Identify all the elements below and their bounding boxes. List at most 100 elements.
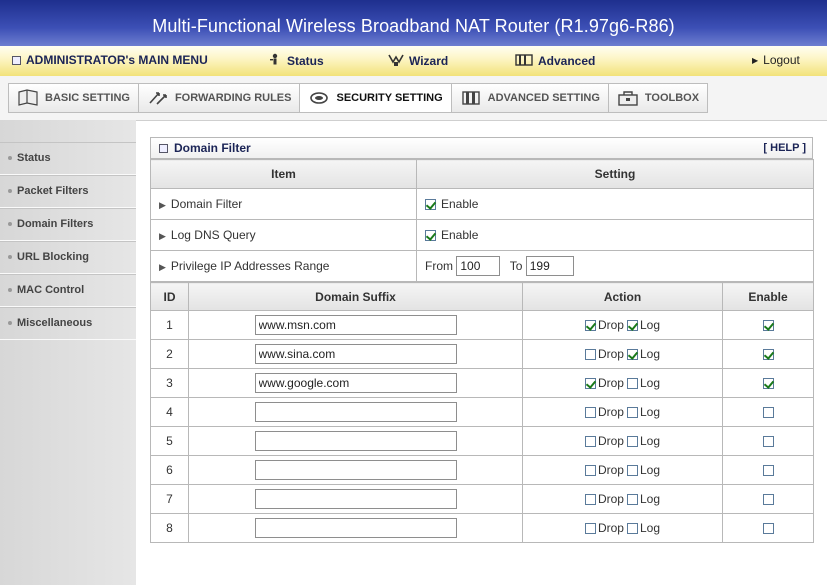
arrow-right-icon: ▶ — [752, 55, 759, 65]
domain-suffix-cell — [188, 513, 523, 543]
log-checkbox[interactable] — [626, 465, 638, 476]
domain-filter-enable-label: Enable — [441, 197, 479, 211]
sidebar-item-label: Status — [17, 152, 51, 164]
domain-suffix-input[interactable] — [254, 431, 457, 451]
action-cell: Drop Log — [522, 368, 723, 398]
tab-forwarding-rules[interactable]: FORWARDING RULES — [137, 83, 301, 113]
rule-id: 3 — [150, 368, 189, 398]
arrow-right-icon: ▶ — [159, 231, 166, 241]
log-checkbox[interactable] — [626, 523, 638, 534]
square-bullet-icon — [159, 143, 168, 153]
domain-suffix-cell — [188, 426, 523, 456]
lock-icon — [308, 89, 330, 107]
drop-checkbox[interactable] — [584, 523, 596, 534]
tab-bar: BASIC SETTING FORWARDING RULES SECURITY … — [0, 76, 827, 121]
log-checkbox[interactable] — [626, 349, 638, 360]
drop-checkbox[interactable] — [584, 378, 596, 389]
domain-suffix-input[interactable] — [254, 373, 457, 393]
advanced-menu-label: Advanced — [538, 53, 596, 68]
log-checkbox[interactable] — [626, 436, 638, 447]
drop-checkbox[interactable] — [584, 320, 596, 331]
to-ip-input[interactable] — [525, 256, 574, 276]
advanced-menu-link[interactable]: Advanced — [515, 53, 595, 68]
tab-security-setting[interactable]: SECURITY SETTING — [299, 83, 452, 113]
bullet-icon — [8, 189, 12, 193]
drop-label: Drop — [597, 376, 624, 390]
log-label: Log — [639, 463, 661, 477]
drop-checkbox[interactable] — [584, 349, 596, 360]
enable-checkbox[interactable] — [762, 407, 774, 418]
domain-filter-enable-checkbox[interactable] — [425, 199, 436, 210]
action-cell: Drop Log — [522, 484, 723, 514]
enable-checkbox[interactable] — [762, 523, 774, 534]
tab-advanced-setting-label: ADVANCED SETTING — [487, 92, 600, 104]
tab-advanced-setting[interactable]: ADVANCED SETTING — [450, 83, 609, 113]
domain-suffix-input[interactable] — [254, 344, 457, 364]
logout-link[interactable]: ▶ Logout — [752, 53, 800, 67]
table-row: 3 Drop Log — [150, 368, 814, 398]
enable-cell — [722, 426, 814, 456]
setting-column-header: Setting — [416, 159, 814, 189]
drop-label: Drop — [597, 347, 624, 361]
drop-checkbox[interactable] — [584, 465, 596, 476]
tab-toolbox[interactable]: TOOLBOX — [607, 83, 709, 113]
sidebar-item-mac-control[interactable]: MAC Control — [0, 274, 136, 307]
enable-checkbox[interactable] — [762, 320, 774, 331]
domain-suffix-cell — [188, 455, 523, 485]
sidebar-item-status[interactable]: Status — [0, 142, 136, 175]
wizard-menu-link[interactable]: Wizard — [388, 53, 448, 68]
status-menu-link[interactable]: Status — [268, 53, 324, 68]
log-dns-enable-checkbox[interactable] — [425, 230, 436, 241]
table-row: 8 Drop Log — [150, 513, 814, 543]
wizard-icon — [388, 53, 404, 68]
action-cell: Drop Log — [522, 339, 723, 369]
enable-cell — [722, 455, 814, 485]
log-label: Log — [639, 521, 661, 535]
drop-label: Drop — [597, 521, 624, 535]
admin-main-menu-label: ADMINISTRATOR's MAIN MENU — [26, 53, 208, 67]
settings-table: Item Setting ▶ Domain Filter Enable ▶ Log … — [150, 159, 814, 282]
domain-suffix-cell — [188, 484, 523, 514]
sidebar-item-miscellaneous[interactable]: Miscellaneous — [0, 307, 136, 340]
domain-suffix-input[interactable] — [254, 460, 457, 480]
id-column-header: ID — [150, 282, 189, 311]
drop-checkbox[interactable] — [584, 407, 596, 418]
admin-main-menu-link[interactable]: ADMINISTRATOR's MAIN MENU — [12, 53, 208, 67]
action-cell: Drop Log — [522, 310, 723, 340]
help-link[interactable]: [ HELP ] — [763, 142, 806, 154]
log-checkbox[interactable] — [626, 407, 638, 418]
advanced-icon — [515, 53, 533, 68]
table-row: 7 Drop Log — [150, 484, 814, 514]
panel-header: Domain Filter [ HELP ] — [150, 137, 813, 159]
action-cell: Drop Log — [522, 397, 723, 427]
enable-checkbox[interactable] — [762, 465, 774, 476]
tab-basic-setting[interactable]: BASIC SETTING — [8, 83, 139, 113]
enable-checkbox[interactable] — [762, 349, 774, 360]
domain-suffix-input[interactable] — [254, 315, 457, 335]
domain-suffix-input[interactable] — [254, 489, 457, 509]
log-checkbox[interactable] — [626, 378, 638, 389]
table-row: 1 Drop Log — [150, 310, 814, 340]
log-dns-row-label: ▶ Log DNS Query — [150, 219, 417, 251]
log-checkbox[interactable] — [626, 320, 638, 331]
drop-checkbox[interactable] — [584, 494, 596, 505]
domain-suffix-cell — [188, 339, 523, 369]
enable-cell — [722, 513, 814, 543]
sidebar-item-packet-filters[interactable]: Packet Filters — [0, 175, 136, 208]
sidebar-item-domain-filters[interactable]: Domain Filters — [0, 208, 136, 241]
main-content: Domain Filter [ HELP ] Item Setting ▶ Dom… — [150, 137, 814, 543]
enable-checkbox[interactable] — [762, 378, 774, 389]
drop-checkbox[interactable] — [584, 436, 596, 447]
enable-checkbox[interactable] — [762, 436, 774, 447]
table-row: 2 Drop Log — [150, 339, 814, 369]
from-ip-input[interactable] — [456, 256, 501, 276]
bullet-icon — [8, 156, 12, 160]
tab-security-setting-label: SECURITY SETTING — [336, 92, 443, 104]
domain-suffix-input[interactable] — [254, 518, 457, 538]
sidebar-item-url-blocking[interactable]: URL Blocking — [0, 241, 136, 274]
sidebar-item-label: Packet Filters — [17, 185, 89, 197]
log-checkbox[interactable] — [626, 494, 638, 505]
gear-icon — [460, 89, 482, 107]
enable-checkbox[interactable] — [762, 494, 774, 505]
domain-suffix-input[interactable] — [254, 402, 457, 422]
